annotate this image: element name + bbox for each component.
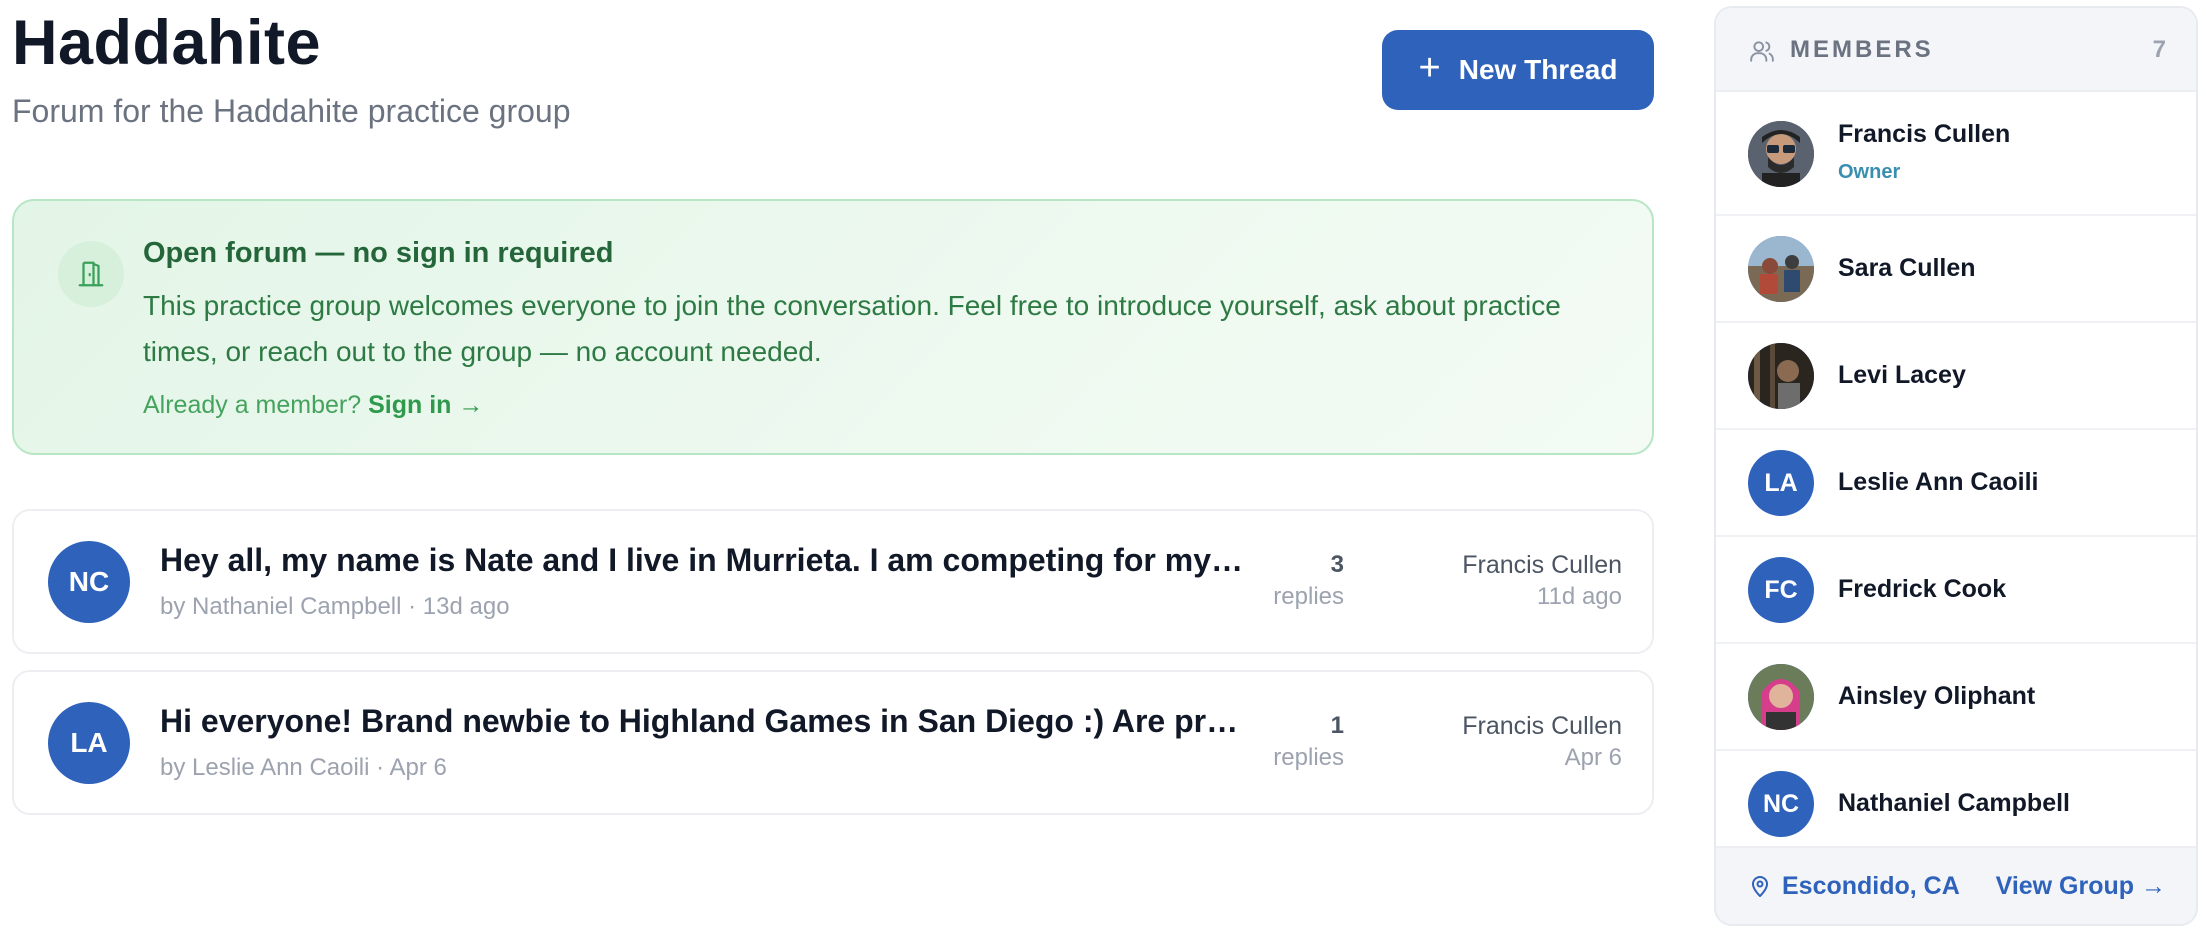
- reply-count: 1: [1330, 712, 1344, 739]
- member-name[interactable]: Nathaniel Campbell: [1838, 787, 2070, 819]
- avatar: [1748, 236, 1814, 302]
- avatar: NC: [48, 541, 130, 623]
- avatar: LA: [48, 702, 130, 784]
- plus-icon: +: [1418, 47, 1441, 89]
- thread-title[interactable]: Hi everyone! Brand newbie to Highland Ga…: [160, 700, 1250, 742]
- users-icon: [1748, 38, 1776, 69]
- open-forum-notice: Open forum — no sign in required This pr…: [12, 199, 1654, 455]
- replies-label: replies: [1273, 583, 1344, 610]
- members-panel: MEMBERS 7 Francis Cullen Owner Sara Cull…: [1714, 6, 2198, 926]
- member-name[interactable]: Fredrick Cook: [1838, 573, 2006, 605]
- avatar: FC: [1748, 557, 1814, 623]
- page-subtitle: Forum for the Haddahite practice group: [12, 93, 571, 129]
- members-footer: Escondido, CA View Group →: [1716, 846, 2196, 924]
- thread-title[interactable]: Hey all, my name is Nate and I live in M…: [160, 539, 1250, 581]
- member-item[interactable]: Levi Lacey: [1716, 323, 2196, 430]
- last-reply-time: Apr 6: [1564, 744, 1622, 771]
- avatar: LA: [1748, 450, 1814, 516]
- notice-title: Open forum — no sign in required: [143, 237, 614, 269]
- map-pin-icon: [1748, 872, 1772, 905]
- members-count: 7: [2152, 36, 2166, 63]
- avatar: NC: [1748, 771, 1814, 837]
- member-item[interactable]: Ainsley Oliphant: [1716, 644, 2196, 751]
- signin-prompt: Already a member?: [143, 391, 362, 419]
- member-item[interactable]: LA Leslie Ann Caoili: [1716, 430, 2196, 537]
- new-thread-label: New Thread: [1458, 54, 1618, 85]
- notice-signin-row: Already a member? Sign in →: [143, 388, 483, 422]
- avatar: [1748, 343, 1814, 409]
- member-item[interactable]: NC Nathaniel Campbell: [1716, 751, 2196, 849]
- thread-meta: by Leslie Ann Caoili · Apr 6: [160, 754, 447, 781]
- notice-body: This practice group welcomes everyone to…: [143, 290, 1561, 367]
- member-name[interactable]: Francis Cullen: [1838, 118, 2010, 150]
- avatar: [1748, 664, 1814, 730]
- member-item[interactable]: FC Fredrick Cook: [1716, 537, 2196, 644]
- member-name[interactable]: Ainsley Oliphant: [1838, 680, 2035, 712]
- last-reply-user: Francis Cullen: [1462, 712, 1622, 740]
- view-group-link[interactable]: View Group →: [1996, 870, 2166, 902]
- member-name[interactable]: Leslie Ann Caoili: [1838, 466, 2039, 498]
- member-item[interactable]: Sara Cullen: [1716, 216, 2196, 323]
- new-thread-button[interactable]: + New Thread: [1382, 30, 1654, 110]
- member-role: Owner: [1838, 161, 1901, 183]
- members-title: MEMBERS: [1790, 36, 1934, 63]
- door-icon: [58, 241, 124, 307]
- replies-label: replies: [1273, 744, 1344, 771]
- signin-link[interactable]: Sign in →: [368, 391, 483, 419]
- last-reply-user: Francis Cullen: [1462, 551, 1622, 579]
- member-name[interactable]: Sara Cullen: [1838, 252, 1976, 284]
- group-location[interactable]: Escondido, CA: [1782, 870, 1960, 902]
- thread-meta: by Nathaniel Campbell · 13d ago: [160, 593, 510, 620]
- member-name[interactable]: Levi Lacey: [1838, 359, 1966, 391]
- last-reply-time: 11d ago: [1537, 583, 1622, 610]
- member-item[interactable]: Francis Cullen Owner: [1716, 92, 2196, 216]
- reply-count: 3: [1330, 551, 1344, 578]
- thread-row[interactable]: LA Hi everyone! Brand newbie to Highland…: [12, 670, 1654, 815]
- page-title: Haddahite: [12, 8, 322, 78]
- avatar: [1748, 121, 1814, 187]
- thread-row[interactable]: NC Hey all, my name is Nate and I live i…: [12, 509, 1654, 654]
- members-header: MEMBERS 7: [1716, 8, 2196, 92]
